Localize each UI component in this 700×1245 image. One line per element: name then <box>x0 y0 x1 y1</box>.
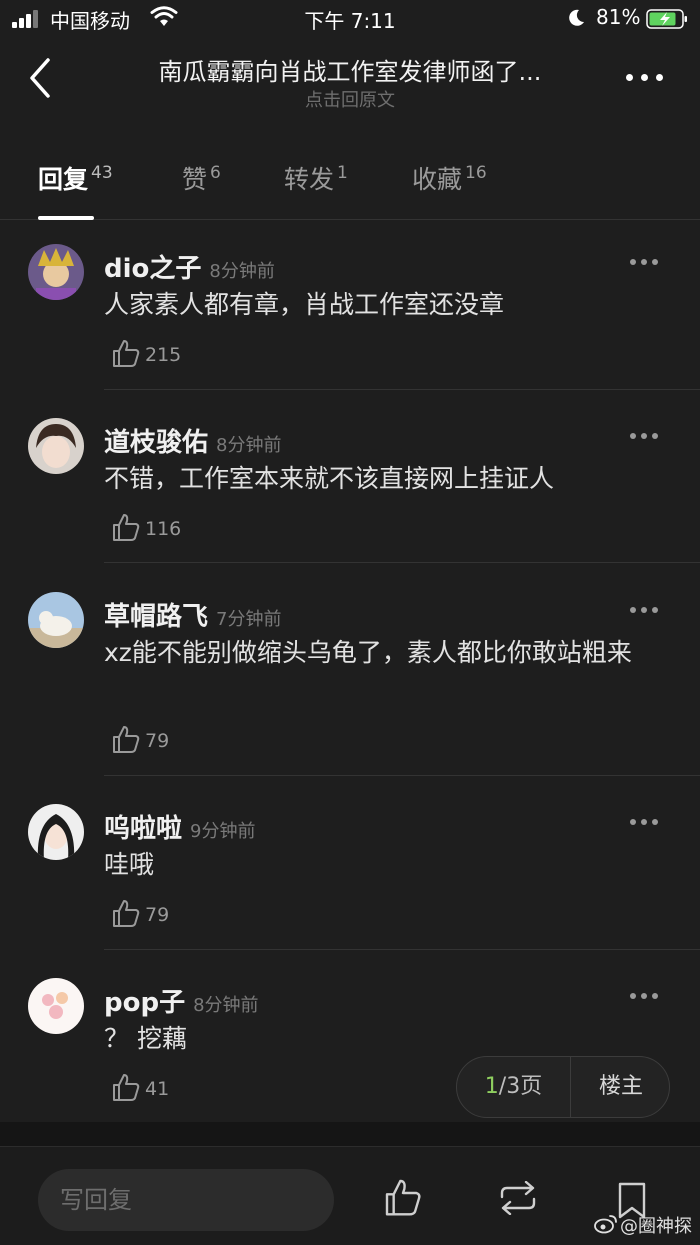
comment-username[interactable]: pop子 8分钟前 <box>104 982 259 1019</box>
current-page: 1 <box>484 1074 499 1099</box>
divider <box>104 949 700 950</box>
clock: 下午 7:11 <box>304 9 396 33</box>
reply-input[interactable]: 写回复 <box>38 1169 334 1231</box>
tab-count: 16 <box>465 163 487 183</box>
like-count: 215 <box>145 344 182 366</box>
comment-menu-icon[interactable] <box>626 426 662 446</box>
watermark: @圈神探 <box>620 1216 692 1237</box>
status-bar: 中国移动 下午 7:11 81% <box>0 0 700 38</box>
thumbs-up-icon <box>113 900 140 927</box>
page-title: 南瓜霸霸向肖战工作室发律师函了... <box>158 58 542 86</box>
thumbs-up-icon <box>113 514 140 541</box>
comment-text: 不错，工作室本来就不该直接网上挂证人 <box>104 464 555 493</box>
like-count: 41 <box>145 1078 170 1100</box>
page-selector[interactable]: 1/3页 <box>457 1057 571 1117</box>
tab-bar: 回复 43 赞6 转发 1 收藏 16 <box>0 150 700 220</box>
tab-label: 转发 <box>284 165 335 194</box>
comment-time: 8分钟前 <box>193 995 259 1016</box>
avatar[interactable] <box>28 978 84 1034</box>
avatar[interactable] <box>28 592 84 648</box>
thumbs-up-icon <box>113 726 140 753</box>
like-count: 79 <box>145 904 170 926</box>
tab-label: 收藏 <box>412 165 463 194</box>
separator <box>0 1122 700 1146</box>
comment-text: ？ 挖藕 <box>104 1024 187 1053</box>
tab-count: 6 <box>210 163 221 183</box>
comment-username[interactable]: 呜啦啦 9分钟前 <box>104 808 255 845</box>
tab-label: 赞 <box>182 165 208 194</box>
repost-icon[interactable] <box>496 1181 540 1215</box>
thumbs-up-icon <box>113 1074 140 1101</box>
like-count: 116 <box>145 518 182 540</box>
more-options-icon[interactable] <box>622 62 668 92</box>
avatar[interactable] <box>28 244 84 300</box>
like-count: 79 <box>145 730 170 752</box>
divider <box>104 775 700 776</box>
username-text: 道枝骏佑 <box>104 428 209 458</box>
tab-count: 43 <box>91 163 113 183</box>
tab-label: 回复 <box>38 165 89 194</box>
battery-percent: 81% <box>596 5 641 29</box>
comment-time: 8分钟前 <box>216 435 282 456</box>
nav-bar: 南瓜霸霸向肖战工作室发律师函了... 点击回原文 <box>0 44 700 118</box>
divider <box>104 562 700 563</box>
comment-menu-icon[interactable] <box>626 986 662 1006</box>
comment-username[interactable]: 道枝骏佑 8分钟前 <box>104 422 281 459</box>
comment-text: 哇哦 <box>104 850 155 879</box>
username-text: 草帽路飞 <box>104 602 209 632</box>
username-text: 呜啦啦 <box>104 814 183 844</box>
thumbs-up-icon <box>113 340 140 367</box>
back-to-original-link[interactable]: 点击回原文 <box>0 86 700 112</box>
comment-username[interactable]: 草帽路飞 7分钟前 <box>104 596 281 633</box>
divider <box>104 389 700 390</box>
active-tab-indicator <box>38 216 94 220</box>
battery-charging-icon <box>646 9 687 29</box>
tab-favorites[interactable]: 收藏 16 <box>412 160 487 216</box>
page-unit: 页 <box>520 1074 543 1099</box>
weibo-logo-icon <box>594 1215 617 1234</box>
comment-menu-icon[interactable] <box>626 252 662 272</box>
tab-count: 1 <box>337 163 348 183</box>
pagination-pill: 1/3页 楼主 <box>456 1056 670 1118</box>
avatar[interactable] <box>28 418 84 474</box>
username-text: pop子 <box>104 988 186 1018</box>
comment-text: xz能不能别做缩头乌龟了，素人都比你敢站粗来 <box>104 638 632 667</box>
comment-menu-icon[interactable] <box>626 812 662 832</box>
username-text: dio之子 <box>104 254 202 284</box>
comment-menu-icon[interactable] <box>626 600 662 620</box>
thumbs-up-icon[interactable] <box>384 1177 422 1217</box>
moon-icon <box>569 9 584 26</box>
comment-username[interactable]: dio之子 8分钟前 <box>104 248 275 285</box>
tab-replies[interactable]: 回复 43 <box>38 160 113 216</box>
comment-time: 8分钟前 <box>209 261 275 282</box>
comment-text: 人家素人都有章，肖战工作室还没章 <box>104 290 505 319</box>
tab-reposts[interactable]: 转发 1 <box>284 160 348 216</box>
total-pages: /3 <box>498 1074 521 1099</box>
tab-likes[interactable]: 赞6 <box>182 160 221 216</box>
comment-time: 7分钟前 <box>216 609 282 630</box>
comment-time: 9分钟前 <box>190 821 256 842</box>
op-only-button[interactable]: 楼主 <box>571 1057 671 1117</box>
avatar[interactable] <box>28 804 84 860</box>
